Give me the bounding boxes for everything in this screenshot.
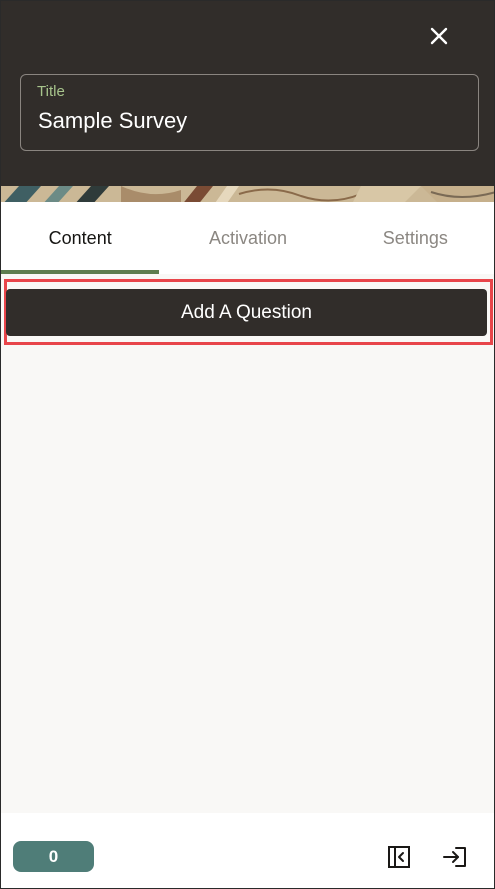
tab-content-label: Content [48,227,112,248]
count-badge[interactable]: 0 [13,841,94,872]
tab-settings[interactable]: Settings [337,202,494,274]
tab-activation-label: Activation [208,227,288,248]
tab-activation[interactable]: Activation [159,202,336,274]
content-panel: Content Activation Settings Add A Questi… [1,202,494,888]
exit-button[interactable] [441,843,469,871]
close-button[interactable] [423,21,455,51]
close-icon [430,27,448,45]
survey-editor-panel: Title Sample Survey Content Activation S… [0,0,495,889]
collapse-panel-icon [388,846,410,868]
add-question-button[interactable]: Add A Question [6,289,487,336]
tab-settings-label: Settings [382,227,448,248]
title-field[interactable]: Title Sample Survey [20,74,479,151]
title-field-label: Title [37,83,65,100]
collapse-panel-button[interactable] [385,843,413,871]
exit-icon [443,847,466,867]
title-field-value[interactable]: Sample Survey [38,108,187,134]
header: Title Sample Survey [1,1,494,201]
tab-selected-indicator [1,270,160,274]
footer: 0 [1,813,494,888]
tab-bar: Content Activation Settings [1,202,494,274]
tab-content[interactable]: Content [1,202,160,274]
